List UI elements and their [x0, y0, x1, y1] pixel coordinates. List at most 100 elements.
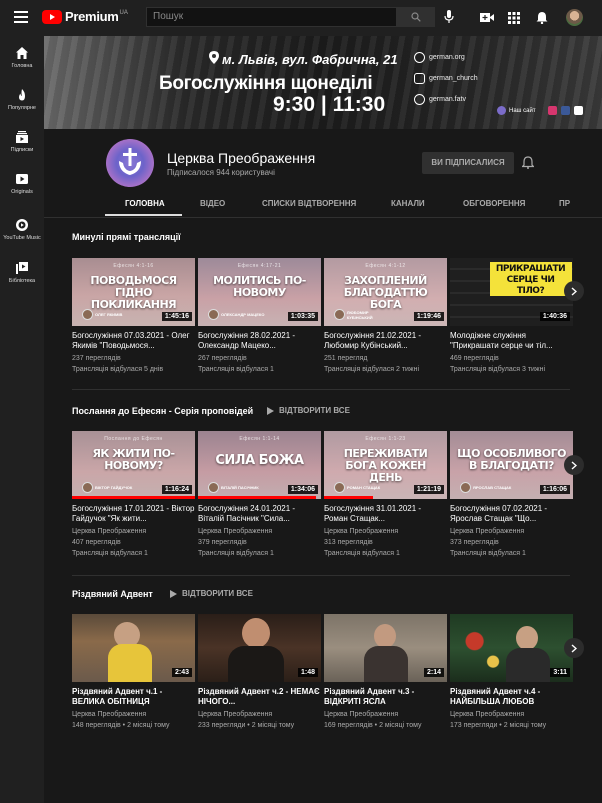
play-all-button[interactable]: ВІДТВОРИТИ ВСЕ — [267, 406, 350, 415]
video-thumbnail[interactable]: 1:48 — [198, 614, 321, 682]
logo-region: UA — [119, 10, 128, 16]
sidebar-item-music[interactable]: YouTube Music — [0, 218, 44, 241]
shelf-title[interactable]: Різдвяний Адвент — [72, 589, 153, 599]
video-title[interactable]: Молодіжне служіння "Прикрашати серце чи … — [450, 331, 573, 351]
video-title[interactable]: Богослужіння 24.01.2021 - Віталій Пасічн… — [198, 504, 321, 524]
video-thumbnail[interactable]: Ефесян 4:17-21 МОЛИТИСЬ ПО-НОВОМУ ОЛЕКСА… — [198, 258, 321, 326]
video-title[interactable]: Богослужіння 31.01.2021 - Роман Стащак..… — [324, 504, 447, 524]
shelf-title[interactable]: Послання до Ефесян - Серія проповідей — [72, 406, 253, 416]
tab-playlists[interactable]: СПИСКИ ВІДТВОРЕННЯ — [262, 199, 356, 208]
subscribed-button[interactable]: ВИ ПІДПИСАЛИСЯ — [422, 152, 514, 174]
site-link-icon[interactable] — [497, 106, 506, 115]
video-title[interactable]: Богослужіння 17.01.2021 - Віктор Гайдучо… — [72, 504, 195, 524]
video-streamed-date: Трансляція відбулася 1 — [198, 366, 274, 373]
video-thumbnail[interactable]: Ефесян 4:1-16 ПОВОДЬМОСЯ ГІДНО ПОКЛИКАНН… — [72, 258, 195, 326]
person-head — [374, 624, 396, 648]
video-title[interactable]: Різдвяний Адвент ч.2 - НЕМАЄ НІЧОГО... — [198, 687, 321, 707]
video-channel[interactable]: Церква Преображення — [450, 526, 573, 537]
video-title[interactable]: Богослужіння 07.03.2021 - Олег Якимів "П… — [72, 331, 195, 351]
video-title[interactable]: Богослужіння 21.02.2021 - Любомир Кубінс… — [324, 331, 447, 351]
video-card[interactable]: Послання до Ефесян ЯК ЖИТИ ПО-НОВОМУ? ВІ… — [72, 431, 195, 559]
sidebar-item-home[interactable]: Головна — [0, 46, 44, 69]
apps-grid-icon[interactable] — [508, 12, 520, 24]
sidebar-item-library[interactable]: Бібліотека — [0, 261, 44, 284]
notifications-bell-icon[interactable] — [536, 11, 548, 24]
video-card[interactable]: Ефесян 1:1-23 ПЕРЕЖИВАТИ БОГА КОЖЕН ДЕНЬ… — [324, 431, 447, 559]
video-thumbnail[interactable]: Ефесян 1:1-14 СИЛА БОЖА ВІТАЛІЙ ПАСІЧНИК… — [198, 431, 321, 499]
video-card[interactable]: Ефесян 1:1-14 СИЛА БОЖА ВІТАЛІЙ ПАСІЧНИК… — [198, 431, 321, 559]
sidebar-item-originals[interactable]: Originals — [0, 172, 44, 195]
video-card[interactable]: 2:43 Різдвяний Адвент ч.1 - ВЕЛИКА ОБІТН… — [72, 614, 195, 731]
video-channel[interactable]: Церква Преображення — [198, 709, 321, 720]
shelf-next-button[interactable] — [564, 455, 584, 475]
create-video-icon[interactable] — [480, 12, 494, 24]
video-views: 379 переглядів — [198, 539, 247, 546]
tab-discussion[interactable]: ОБГОВОРЕННЯ — [463, 199, 525, 208]
video-channel[interactable]: Церква Преображення — [198, 526, 321, 537]
video-title[interactable]: Богослужіння 07.02.2021 - Ярослав Стащак… — [450, 504, 573, 524]
video-channel[interactable]: Церква Преображення — [450, 709, 573, 720]
vk-link-icon[interactable] — [573, 106, 583, 115]
video-thumbnail[interactable]: 2:14 — [324, 614, 447, 682]
youtube-logo[interactable]: Premium UA — [42, 9, 128, 24]
video-thumbnail[interactable]: ПРИКРАШАТИ СЕРЦЕ ЧИ ТІЛО? 1:40:36 — [450, 258, 573, 326]
video-channel[interactable]: Церква Преображення — [72, 526, 195, 537]
channel-bell-icon[interactable] — [522, 156, 534, 169]
video-thumbnail[interactable]: Ефесян 1:1-23 ПЕРЕЖИВАТИ БОГА КОЖЕН ДЕНЬ… — [324, 431, 447, 499]
person-head — [242, 618, 270, 648]
sidebar-item-trending[interactable]: Популярне — [0, 88, 44, 111]
video-thumbnail[interactable]: 3:11 — [450, 614, 573, 682]
video-card[interactable]: 2:14 Різдвяний Адвент ч.3 - ВІДКРИТІ ЯСЛ… — [324, 614, 447, 731]
tab-videos[interactable]: ВІДЕО — [200, 199, 225, 208]
video-title[interactable]: Богослужіння 28.02.2021 - Олександр Маце… — [198, 331, 321, 351]
video-channel[interactable]: Церква Преображення — [72, 709, 195, 720]
menu-icon[interactable] — [14, 11, 28, 23]
video-card[interactable]: ПРИКРАШАТИ СЕРЦЕ ЧИ ТІЛО? 1:40:36 Молоді… — [450, 258, 573, 375]
shelf-next-button[interactable] — [564, 638, 584, 658]
video-title[interactable]: Різдвяний Адвент ч.4 - НАЙБІЛЬША ЛЮБОВ — [450, 687, 573, 707]
tab-channels[interactable]: КАНАЛИ — [391, 199, 425, 208]
account-avatar[interactable] — [566, 9, 583, 26]
video-title[interactable]: Різдвяний Адвент ч.1 - ВЕЛИКА ОБІТНИЦЯ — [72, 687, 195, 707]
watch-progress-bar — [324, 496, 374, 499]
video-channel[interactable]: Церква Преображення — [324, 709, 447, 720]
video-thumbnail[interactable]: ЩО ОСОБЛИВОГО В БЛАГОДАТІ? ЯРОСЛАВ СТАЩА… — [450, 431, 573, 499]
sidebar-item-subscriptions[interactable]: Підписки — [0, 130, 44, 153]
tab-about[interactable]: ПР — [559, 199, 570, 208]
video-title[interactable]: Різдвяний Адвент ч.3 - ВІДКРИТІ ЯСЛА — [324, 687, 447, 707]
thumbnail-title: ПОВОДЬМОСЯ ГІДНО ПОКЛИКАННЯ — [90, 274, 177, 311]
top-bar: Premium UA Пошук — [0, 0, 602, 36]
video-streamed-date: Трансляція відбулася 1 — [198, 550, 274, 557]
search-button[interactable] — [397, 7, 435, 27]
site-link-label[interactable]: Наш сайт — [509, 108, 536, 114]
speaker-name: ОЛЕКСАНДР МАЦЕКО — [221, 312, 265, 317]
video-thumbnail[interactable]: Ефесян 4:1-12 ЗАХОПЛЕНИЙ БЛАГОДАТТЮ БОГА… — [324, 258, 447, 326]
video-card[interactable]: 1:48 Різдвяний Адвент ч.2 - НЕМАЄ НІЧОГО… — [198, 614, 321, 731]
instagram-link-icon[interactable] — [547, 106, 557, 115]
play-all-button[interactable]: ВІДТВОРИТИ ВСЕ — [170, 589, 253, 598]
home-icon — [16, 47, 28, 59]
tab-home[interactable]: ГОЛОВНА — [125, 199, 165, 208]
video-card[interactable]: Ефесян 4:1-16 ПОВОДЬМОСЯ ГІДНО ПОКЛИКАНН… — [72, 258, 195, 375]
video-thumbnail[interactable]: 2:43 — [72, 614, 195, 682]
video-streamed-date: Трансляція відбулася 2 тижні — [324, 366, 420, 373]
video-channel[interactable]: Церква Преображення — [324, 526, 447, 537]
search-input[interactable]: Пошук — [146, 7, 397, 27]
video-card[interactable]: Ефесян 4:1-12 ЗАХОПЛЕНИЙ БЛАГОДАТТЮ БОГА… — [324, 258, 447, 375]
facebook-link-icon[interactable] — [560, 106, 570, 115]
video-views: 267 переглядів — [198, 355, 247, 362]
sidebar-item-label: Головна — [11, 63, 33, 69]
channel-avatar[interactable] — [106, 139, 154, 187]
video-card[interactable]: Ефесян 4:17-21 МОЛИТИСЬ ПО-НОВОМУ ОЛЕКСА… — [198, 258, 321, 375]
thumbnail-speaker: ОЛЕГ ЯКИМІВ — [82, 309, 142, 320]
video-card[interactable]: 3:11 Різдвяний Адвент ч.4 - НАЙБІЛЬША ЛЮ… — [450, 614, 573, 731]
microphone-icon[interactable] — [444, 10, 454, 24]
thumbnail-speaker: ВІКТОР ГАЙДУЧОК — [82, 482, 142, 493]
shelf-next-button[interactable] — [564, 281, 584, 301]
speaker-photo — [82, 482, 93, 493]
video-thumbnail[interactable]: Послання до Ефесян ЯК ЖИТИ ПО-НОВОМУ? ВІ… — [72, 431, 195, 499]
search-icon — [411, 12, 421, 22]
video-card[interactable]: ЩО ОСОБЛИВОГО В БЛАГОДАТІ? ЯРОСЛАВ СТАЩА… — [450, 431, 573, 559]
thumbnail-title: ЯК ЖИТИ ПО-НОВОМУ? — [92, 447, 175, 472]
thumbnail-reference: Ефесян 4:1-16 — [113, 263, 154, 269]
